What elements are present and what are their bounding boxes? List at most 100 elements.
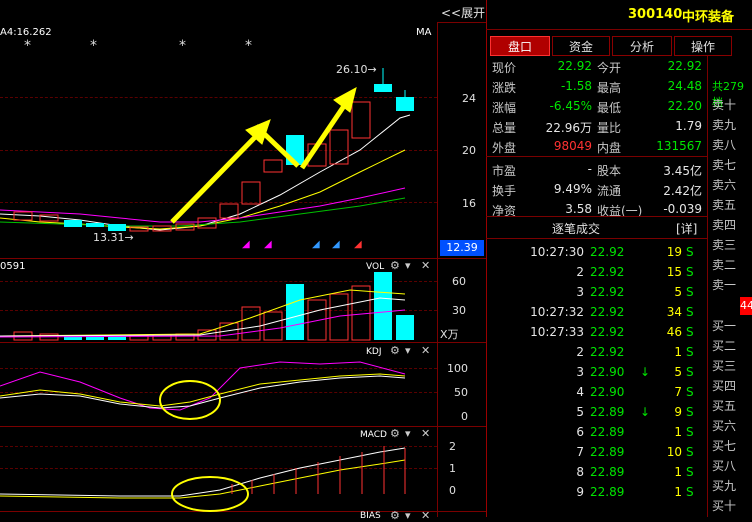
trade-side: S [686, 485, 694, 499]
trade-side: S [686, 305, 694, 319]
tab-fenxi[interactable]: 分析 [612, 36, 672, 56]
orderbook-buy-level[interactable]: 买九 [712, 477, 736, 494]
quote-value: 24.48 [667, 79, 702, 93]
tab-zijin[interactable]: 资金 [552, 36, 610, 56]
trade-side: S [686, 325, 694, 339]
quote-value: 2.42亿 [663, 184, 702, 198]
trades-detail-link[interactable]: [详] [676, 220, 697, 237]
quote-label: 现价 [492, 61, 517, 75]
orderbook-sell-level[interactable]: 卖六 [712, 176, 736, 193]
trade-volume: 10 [666, 445, 682, 459]
trade-side: S [686, 425, 694, 439]
trade-row: 5 22.89 ↓ 9 S [490, 405, 695, 425]
quote-value: 98049 [553, 139, 592, 153]
current-price-box: 12.39 [440, 240, 484, 256]
macd-highlight-circle [171, 476, 249, 512]
kdj-axis-label: 50 [454, 386, 468, 399]
orderbook-sell-level[interactable]: 卖一 [712, 276, 736, 293]
trade-volume: 34 [666, 305, 682, 319]
trade-volume: 15 [666, 265, 682, 279]
candle-down [86, 223, 104, 227]
orderbook-sell-level[interactable]: 卖七 [712, 156, 736, 173]
header-divider-right [486, 29, 752, 30]
trade-price: 22.92 [590, 345, 625, 359]
trade-time: 10:27:30 [530, 245, 584, 259]
trade-side: S [686, 445, 694, 459]
trade-arrow: ↓ [640, 365, 651, 379]
trade-row: 6 22.89 1 S [490, 425, 695, 445]
macd-axis-label: 2 [449, 440, 456, 453]
candle-up [13, 211, 33, 221]
stock-name: 中环装备 [682, 10, 735, 25]
orderbook-sell-level[interactable]: 卖八 [712, 136, 736, 153]
svg-text:◢: ◢ [332, 239, 340, 250]
trend-arrow [170, 87, 357, 224]
price-axis-label: 16 [462, 197, 476, 210]
orderbook-buy-level[interactable]: 买七 [712, 437, 736, 454]
trade-row: 3 22.92 5 S [490, 285, 695, 305]
quote-value: 22.20 [667, 99, 702, 113]
vol-axis-label: 60 [452, 275, 466, 288]
trade-time: 2 [576, 265, 584, 279]
trade-row: 2 22.92 15 S [490, 265, 695, 285]
trade-time: 3 [576, 285, 584, 299]
orderbook-buy-level[interactable]: 买三 [712, 357, 736, 374]
quote-label: 总量 [492, 121, 517, 135]
quote-value: 22.92 [667, 59, 702, 73]
trade-side: S [686, 465, 694, 479]
volume-bars [0, 272, 414, 341]
tab-caozuo[interactable]: 操作 [674, 36, 732, 56]
trade-side: S [686, 345, 694, 359]
expand-button[interactable]: <<展开 [441, 4, 485, 21]
orderbook-sell-level[interactable]: 卖十 [712, 96, 736, 113]
orderbook-sell-level[interactable]: 卖九 [712, 116, 736, 133]
orderbook-buy-level[interactable]: 买八 [712, 457, 736, 474]
candle-down [396, 97, 414, 111]
chart-right-border [437, 22, 438, 517]
trade-time: 2 [576, 345, 584, 359]
trade-price: 22.92 [590, 245, 625, 259]
tab-pankou[interactable]: 盘口 [490, 36, 550, 56]
trade-row: 7 22.89 10 S [490, 445, 695, 465]
orderbook-left-border [707, 56, 708, 517]
trade-side: S [686, 285, 694, 299]
orderbook-buy-level[interactable]: 买十 [712, 497, 736, 514]
trade-side: S [686, 265, 694, 279]
trade-side: S [686, 245, 694, 259]
trade-row: 3 22.90 ↓ 5 S [490, 365, 695, 385]
trade-price: 22.90 [590, 385, 625, 399]
candle-up [329, 129, 349, 165]
trades-header-bottom [486, 238, 708, 239]
quote-label: 涨跌 [492, 81, 517, 95]
signal-markers: ◢ ◢ ◢ ◢ ◢ [242, 239, 362, 250]
candle-down [374, 84, 392, 92]
quote-value: 9.49% [553, 182, 592, 196]
quote-label: 换手 [492, 184, 517, 198]
quote-value: 131567 [656, 139, 702, 153]
trade-volume: 19 [666, 245, 682, 259]
orderbook-buy-level[interactable]: 买一 [712, 317, 736, 334]
trade-volume: 7 [674, 385, 682, 399]
quote-value: 3.58 [565, 202, 592, 216]
trade-volume: 1 [674, 425, 682, 439]
svg-text:◢: ◢ [312, 239, 320, 250]
trade-time: 5 [576, 405, 584, 419]
orderbook-buy-level[interactable]: 买四 [712, 377, 736, 394]
orderbook-sell-level[interactable]: 卖二 [712, 256, 736, 273]
trade-time: 7 [576, 445, 584, 459]
quote-value: - [587, 162, 592, 176]
trade-volume: 5 [674, 365, 682, 379]
panel-separator [486, 0, 487, 517]
orderbook-buy-level[interactable]: 买五 [712, 397, 736, 414]
orderbook-buy-level[interactable]: 买六 [712, 417, 736, 434]
candle-up [241, 181, 261, 205]
quote-value: 3.45亿 [663, 164, 702, 178]
orderbook-sell-level[interactable]: 卖四 [712, 216, 736, 233]
orderbook-buy-level[interactable]: 买二 [712, 337, 736, 354]
trade-price: 22.89 [590, 465, 625, 479]
trade-price: 22.92 [590, 305, 625, 319]
orderbook-sell-level[interactable]: 卖五 [712, 196, 736, 213]
trade-volume: 46 [666, 325, 682, 339]
orderbook-sell-level[interactable]: 卖三 [712, 236, 736, 253]
trade-price: 22.89 [590, 485, 625, 499]
